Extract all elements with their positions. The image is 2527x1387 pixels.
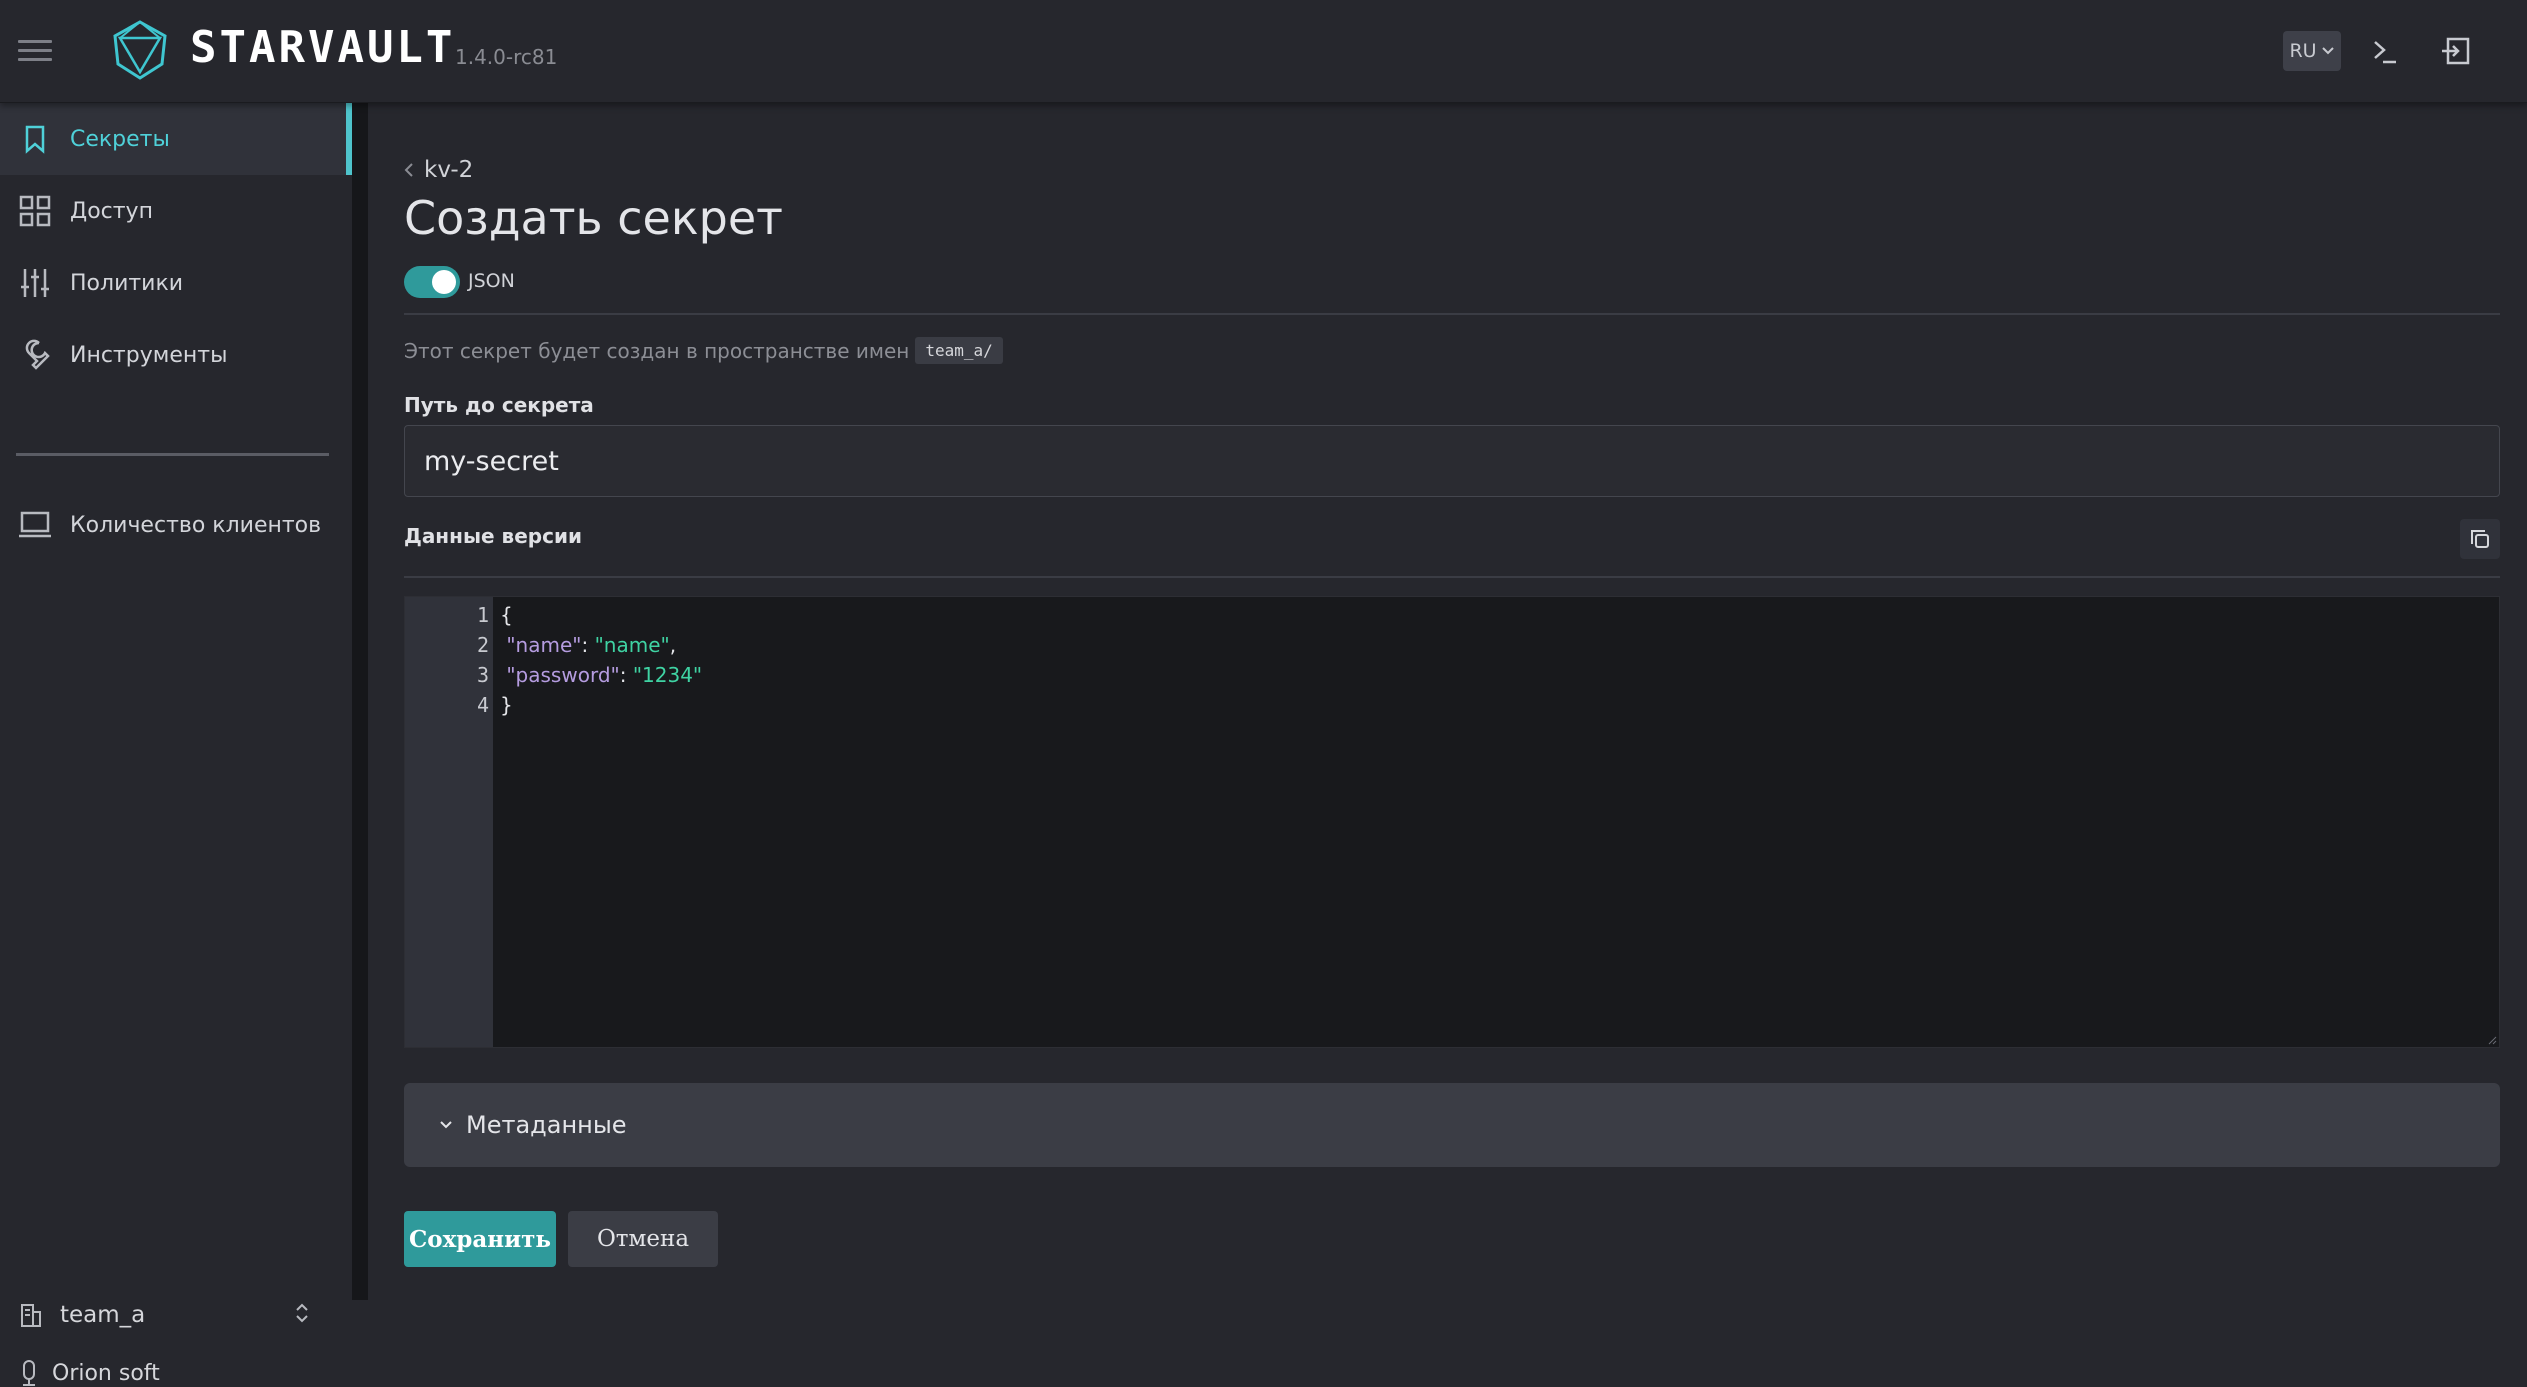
json-editor[interactable]: 1 { 2 "name": "name", 3 "password": "123…	[404, 596, 2500, 1048]
brand-name: STARVAULT	[190, 22, 456, 73]
wrench-icon	[18, 338, 52, 372]
json-value: "1234"	[632, 663, 703, 687]
copy-icon	[2471, 530, 2489, 548]
sidebar-border	[352, 103, 368, 1300]
copy-button[interactable]	[2460, 519, 2500, 559]
json-value: "name"	[594, 633, 670, 657]
metadata-accordion[interactable]: Метаданные	[404, 1083, 2500, 1167]
organization-name: Orion soft	[52, 1360, 160, 1386]
save-button[interactable]: Сохранить	[404, 1211, 556, 1267]
organization: Orion soft	[20, 1359, 160, 1387]
json-toggle-label: JSON	[468, 270, 515, 292]
building-icon	[21, 1304, 41, 1327]
json-toggle[interactable]	[404, 266, 460, 298]
metadata-label: Метаданные	[466, 1111, 627, 1139]
laptop-icon	[18, 508, 52, 542]
resize-handle-icon[interactable]	[2487, 1035, 2497, 1045]
line-number: 1	[476, 603, 489, 627]
code-text: {	[500, 603, 513, 627]
code-text: "name": "name",	[506, 633, 677, 657]
microphone-icon	[23, 1360, 35, 1386]
language-select[interactable]: RU	[2283, 31, 2341, 71]
version-data-label: Данные версии	[404, 524, 582, 548]
divider	[404, 576, 2500, 578]
bookmark-icon	[18, 122, 52, 156]
sidebar: Секреты Доступ Политики Инструменты Коли…	[0, 103, 352, 1386]
sidebar-item-label: Политики	[70, 270, 184, 296]
json-key: "name"	[506, 633, 582, 657]
breadcrumb-link[interactable]: kv-2	[424, 157, 473, 183]
main-content: kv-2 Создать секрет JSON Этот секрет буд…	[368, 103, 2527, 1300]
toggle-knob	[432, 270, 456, 294]
line-number: 3	[476, 663, 489, 687]
chevron-down-icon	[2321, 47, 2334, 55]
chevron-down-icon	[440, 1121, 452, 1129]
sidebar-item-access[interactable]: Доступ	[0, 175, 352, 247]
line-number: 4	[476, 693, 489, 717]
sliders-icon	[18, 266, 52, 300]
namespace-note: Этот секрет будет создан в пространстве …	[404, 337, 1003, 364]
sidebar-item-policies[interactable]: Политики	[0, 247, 352, 319]
secret-path-input[interactable]	[404, 425, 2500, 497]
sidebar-item-secrets[interactable]: Секреты	[0, 103, 352, 175]
code-text: }	[500, 693, 513, 717]
code-text: "password": "1234"	[506, 663, 703, 687]
chevron-updown-icon	[296, 1303, 308, 1323]
namespace-chip: team_a/	[915, 337, 1003, 364]
sidebar-item-label: Инструменты	[70, 342, 228, 368]
namespace-note-text: Этот секрет будет создан в пространстве …	[404, 338, 910, 363]
app-version: 1.4.0-rc81	[455, 45, 558, 69]
language-label: RU	[2289, 40, 2317, 62]
page-title: Создать секрет	[404, 191, 783, 245]
namespace-label: team_a	[60, 1302, 146, 1328]
sidebar-item-client-count[interactable]: Количество клиентов	[0, 489, 352, 561]
sidebar-item-label: Секреты	[70, 126, 170, 152]
sidebar-item-label: Количество клиентов	[70, 512, 322, 538]
breadcrumb[interactable]: kv-2	[404, 157, 473, 183]
json-key: "password"	[506, 663, 620, 687]
logout-icon[interactable]	[2440, 34, 2474, 68]
cancel-button[interactable]: Отмена	[568, 1211, 718, 1267]
namespace-select[interactable]: team_a	[20, 1291, 320, 1339]
menu-icon[interactable]	[18, 40, 52, 64]
starvault-logo-icon[interactable]	[112, 20, 168, 80]
grid-icon	[18, 194, 52, 228]
sidebar-item-tools[interactable]: Инструменты	[0, 319, 352, 391]
console-icon[interactable]	[2370, 34, 2400, 68]
sidebar-item-label: Доступ	[70, 198, 153, 224]
chevron-left-icon	[404, 163, 413, 177]
line-number: 2	[476, 633, 489, 657]
secret-path-label: Путь до секрета	[404, 393, 594, 417]
divider	[404, 313, 2500, 315]
sidebar-divider	[16, 453, 329, 456]
top-bar: STARVAULT 1.4.0-rc81 RU	[0, 0, 2527, 103]
